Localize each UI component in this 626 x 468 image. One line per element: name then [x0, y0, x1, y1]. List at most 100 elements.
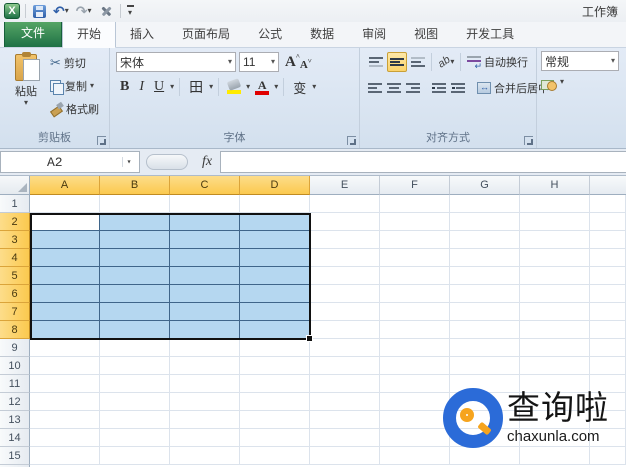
cell-partial-5[interactable] — [590, 267, 626, 285]
cell-G12[interactable] — [450, 393, 520, 411]
cell-G13[interactable] — [450, 411, 520, 429]
cell-partial-13[interactable] — [590, 411, 626, 429]
cell-A9[interactable] — [30, 339, 100, 357]
cell-D11[interactable] — [240, 375, 310, 393]
cell-F15[interactable] — [380, 447, 450, 465]
cell-E11[interactable] — [310, 375, 380, 393]
tab-页面布局[interactable]: 页面布局 — [168, 21, 244, 47]
paste-button[interactable]: 粘贴 ▾ — [4, 51, 48, 131]
cell-partial-2[interactable] — [590, 213, 626, 231]
cell-F3[interactable] — [380, 231, 450, 249]
cell-C7[interactable] — [170, 303, 240, 321]
redo-button[interactable]: ↷▾ — [74, 2, 94, 20]
decrease-indent-button[interactable] — [430, 78, 448, 98]
align-top-button[interactable] — [366, 52, 386, 72]
cell-G7[interactable] — [450, 303, 520, 321]
align-middle-button[interactable] — [387, 52, 407, 72]
excel-logo-icon[interactable]: X — [4, 3, 20, 19]
cell-G3[interactable] — [450, 231, 520, 249]
cell-partial-8[interactable] — [590, 321, 626, 339]
formula-input[interactable] — [220, 151, 626, 173]
copy-dropdown-icon[interactable]: ▾ — [90, 82, 94, 90]
cell-H10[interactable] — [520, 357, 590, 375]
cell-E7[interactable] — [310, 303, 380, 321]
row-header-5[interactable]: 5 — [0, 267, 30, 285]
cell-G10[interactable] — [450, 357, 520, 375]
cell-H13[interactable] — [520, 411, 590, 429]
format-painter-button[interactable]: 格式刷 — [48, 99, 101, 119]
tab-公式[interactable]: 公式 — [244, 21, 296, 47]
cell-D1[interactable] — [240, 195, 310, 213]
cell-C10[interactable] — [170, 357, 240, 375]
cell-F10[interactable] — [380, 357, 450, 375]
row-header-13[interactable]: 13 — [0, 411, 30, 429]
cell-D6[interactable] — [240, 285, 310, 303]
cell-D15[interactable] — [240, 447, 310, 465]
column-header-H[interactable]: H — [520, 176, 590, 195]
cell-C13[interactable] — [170, 411, 240, 429]
cell-A13[interactable] — [30, 411, 100, 429]
formula-bar-splitter[interactable] — [146, 154, 188, 170]
cell-G2[interactable] — [450, 213, 520, 231]
cell-F8[interactable] — [380, 321, 450, 339]
cell-H3[interactable] — [520, 231, 590, 249]
cell-partial-12[interactable] — [590, 393, 626, 411]
cell-E5[interactable] — [310, 267, 380, 285]
cell-G9[interactable] — [450, 339, 520, 357]
cell-H6[interactable] — [520, 285, 590, 303]
cell-C8[interactable] — [170, 321, 240, 339]
cell-H15[interactable] — [520, 447, 590, 465]
cell-E1[interactable] — [310, 195, 380, 213]
cut-button[interactable]: ✂剪切 — [48, 53, 101, 73]
cell-C4[interactable] — [170, 249, 240, 267]
row-header-4[interactable]: 4 — [0, 249, 30, 267]
paste-dropdown-icon[interactable]: ▾ — [24, 99, 28, 107]
font-size-combo[interactable]: 11▾ — [239, 52, 279, 72]
cell-partial-7[interactable] — [590, 303, 626, 321]
column-header-G[interactable]: G — [450, 176, 520, 195]
cell-A2[interactable] — [30, 213, 100, 231]
row-header-1[interactable]: 1 — [0, 195, 30, 213]
cell-F14[interactable] — [380, 429, 450, 447]
undo-dropdown-icon[interactable]: ▾ — [65, 7, 69, 15]
row-header-2[interactable]: 2 — [0, 213, 30, 231]
cell-H8[interactable] — [520, 321, 590, 339]
cell-E14[interactable] — [310, 429, 380, 447]
cell-D7[interactable] — [240, 303, 310, 321]
tab-file[interactable]: 文件 — [4, 19, 62, 47]
cell-partial-14[interactable] — [590, 429, 626, 447]
currency-format-icon[interactable] — [541, 78, 557, 91]
cell-partial-10[interactable] — [590, 357, 626, 375]
cell-F7[interactable] — [380, 303, 450, 321]
row-header-8[interactable]: 8 — [0, 321, 30, 339]
tab-数据[interactable]: 数据 — [296, 21, 348, 47]
row-header-16[interactable] — [0, 465, 30, 467]
row-header-3[interactable]: 3 — [0, 231, 30, 249]
cell-F9[interactable] — [380, 339, 450, 357]
cell-B1[interactable] — [100, 195, 170, 213]
cell-E13[interactable] — [310, 411, 380, 429]
cell-B15[interactable] — [100, 447, 170, 465]
tab-开发工具[interactable]: 开发工具 — [452, 21, 528, 47]
cell-H9[interactable] — [520, 339, 590, 357]
cell-C2[interactable] — [170, 213, 240, 231]
column-header-partial[interactable] — [590, 176, 626, 195]
cell-H4[interactable] — [520, 249, 590, 267]
cell-B5[interactable] — [100, 267, 170, 285]
cell-E2[interactable] — [310, 213, 380, 231]
tab-开始[interactable]: 开始 — [62, 20, 116, 48]
column-header-E[interactable]: E — [310, 176, 380, 195]
row-header-12[interactable]: 12 — [0, 393, 30, 411]
cell-G1[interactable] — [450, 195, 520, 213]
cell-F6[interactable] — [380, 285, 450, 303]
dialog-launcher-icon[interactable] — [347, 136, 356, 145]
cell-D5[interactable] — [240, 267, 310, 285]
copy-button[interactable]: 复制▾ — [48, 76, 101, 96]
cell-C6[interactable] — [170, 285, 240, 303]
row-header-6[interactable]: 6 — [0, 285, 30, 303]
fill-color-dropdown-icon[interactable]: ▾ — [246, 83, 250, 91]
cell-C15[interactable] — [170, 447, 240, 465]
bold-button[interactable]: B — [116, 77, 133, 97]
cell-A10[interactable] — [30, 357, 100, 375]
cell-G8[interactable] — [450, 321, 520, 339]
